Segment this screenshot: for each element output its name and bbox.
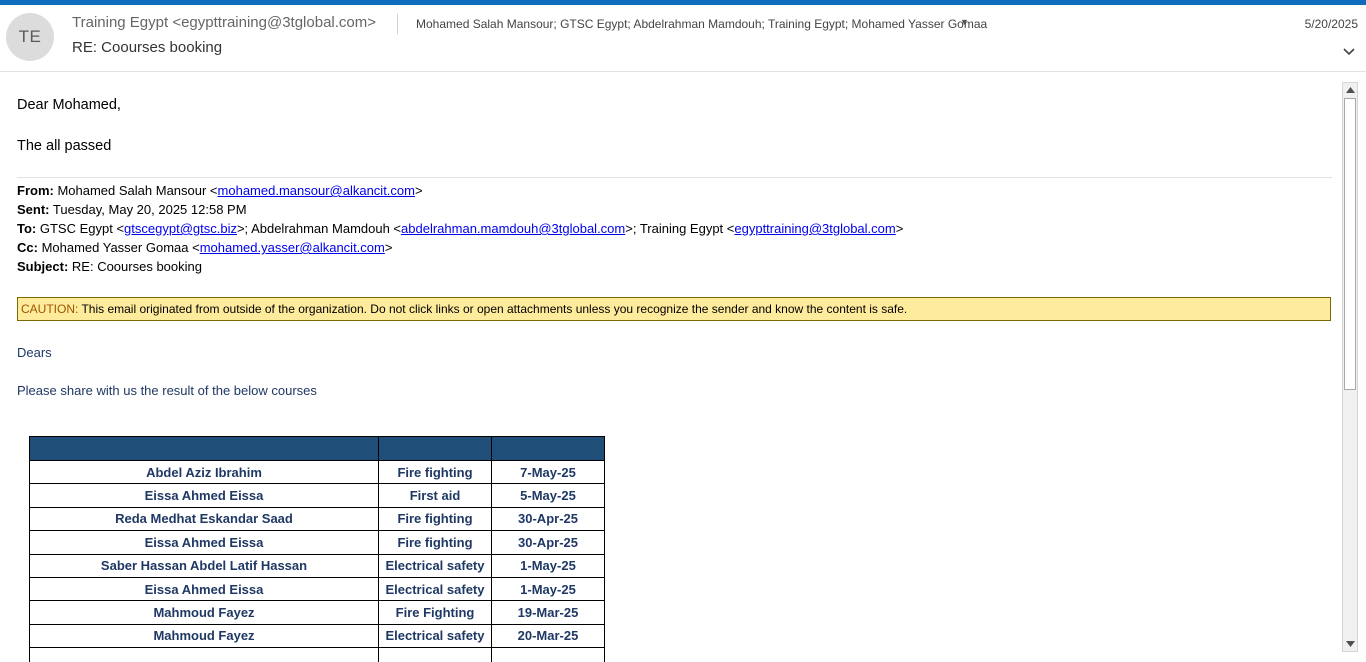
course-name: Electrical safety: [378, 576, 492, 602]
from-name: Mohamed Salah Mansour <: [53, 183, 218, 198]
quoted-sent-line: Sent: Tuesday, May 20, 2025 12:58 PM: [17, 202, 247, 217]
course-name: Fire Fighting: [378, 600, 492, 625]
course-date: 30-Apr-25: [491, 506, 605, 532]
course-name: Electrical safety: [378, 553, 492, 578]
course-date: [491, 647, 605, 662]
to-part-1: GTSC Egypt <: [36, 221, 125, 236]
table-header-cell: [29, 436, 379, 461]
sender-avatar[interactable]: TE: [6, 13, 54, 61]
trainee-name: Reda Medhat Eskandar Saad: [29, 506, 379, 532]
request-text: Please share with us the result of the b…: [17, 383, 317, 398]
trainee-name: [29, 647, 379, 662]
from-end: >: [414, 183, 423, 198]
to-label: To:: [17, 221, 37, 236]
course-date: 20-Mar-25: [491, 623, 605, 649]
scroll-down-icon[interactable]: [1343, 637, 1357, 651]
quoted-subject-line: Subject: RE: Coourses booking: [17, 259, 202, 274]
course-date: 30-Apr-25: [491, 530, 605, 555]
chevron-down-icon[interactable]: [1342, 45, 1356, 59]
to-part-2: >; Abdelrahman Mamdouh <: [236, 221, 402, 236]
recipients-list[interactable]: Mohamed Salah Mansour; GTSC Egypt; Abdel…: [416, 17, 987, 31]
subject-label: Subject:: [17, 259, 69, 274]
trainee-name: Eissa Ahmed Eissa: [29, 530, 379, 555]
trainee-name: Eissa Ahmed Eissa: [29, 576, 379, 602]
quoted-cc-line: Cc: Mohamed Yasser Gomaa <mohamed.yasser…: [17, 240, 392, 255]
table-row: [29, 647, 605, 662]
caution-banner: CAUTION: This email originated from outs…: [17, 297, 1331, 321]
sent-label: Sent:: [17, 202, 50, 217]
course-name: Fire fighting: [378, 459, 492, 485]
trainee-name: Saber Hassan Abdel Latif Hassan: [29, 553, 379, 578]
caution-label: CAUTION:: [21, 302, 79, 316]
course-name: [378, 647, 492, 662]
trainee-name: Eissa Ahmed Eissa: [29, 483, 379, 508]
course-date: 5-May-25: [491, 483, 605, 508]
from-email-link[interactable]: mohamed.mansour@alkancit.com: [218, 183, 415, 198]
message-subject: RE: Coourses booking: [72, 39, 223, 56]
table-header-row: [29, 436, 605, 461]
sender-name[interactable]: Training Egypt <egypttraining@3tglobal.c…: [72, 14, 376, 31]
table-row: Mahmoud Fayez Electrical safety 20-Mar-25: [29, 623, 605, 649]
table-row: Abdel Aziz Ibrahim Fire fighting 7-May-25: [29, 459, 605, 485]
table-header-cell: [491, 436, 605, 461]
table-row: Eissa Ahmed Eissa First aid 5-May-25: [29, 483, 605, 508]
caret-down-icon[interactable]: ▼: [960, 17, 969, 27]
cc-part-1: Mohamed Yasser Gomaa <: [37, 240, 200, 255]
cc-label: Cc:: [17, 240, 38, 255]
trainee-name: Abdel Aziz Ibrahim: [29, 459, 379, 485]
courses-table: Abdel Aziz Ibrahim Fire fighting 7-May-25 …: [29, 436, 605, 662]
trainee-name: Mahmoud Fayez: [29, 623, 379, 649]
vertical-scrollbar[interactable]: [1342, 82, 1358, 652]
caution-text: This email originated from outside of th…: [78, 302, 908, 316]
table-header-cell: [378, 436, 492, 461]
table-row: Saber Hassan Abdel Latif Hassan Electrica…: [29, 553, 605, 578]
trainee-name: Mahmoud Fayez: [29, 600, 379, 625]
subject-value: RE: Coourses booking: [68, 259, 202, 274]
message-header: TE Training Egypt <egypttraining@3tgloba…: [0, 5, 1366, 72]
to-end: >: [895, 221, 904, 236]
message-text: The all passed: [17, 138, 112, 154]
quoted-to-line: To: GTSC Egypt <gtscegypt@gtsc.biz>; Abd…: [17, 221, 903, 236]
course-date: 1-May-25: [491, 576, 605, 602]
course-name: Fire fighting: [378, 530, 492, 555]
sent-value: Tuesday, May 20, 2025 12:58 PM: [49, 202, 247, 217]
scroll-up-icon[interactable]: [1343, 83, 1357, 97]
course-name: Fire fighting: [378, 506, 492, 532]
quote-divider: [17, 177, 1332, 178]
scrollbar-thumb[interactable]: [1344, 98, 1356, 390]
greeting: Dear Mohamed,: [17, 97, 121, 113]
to-email-link-3[interactable]: egypttraining@3tglobal.com: [734, 221, 895, 236]
table-row: Eissa Ahmed Eissa Fire fighting 30-Apr-25: [29, 530, 605, 555]
course-date: 1-May-25: [491, 553, 605, 578]
cc-email-link[interactable]: mohamed.yasser@alkancit.com: [200, 240, 385, 255]
course-name: First aid: [378, 483, 492, 508]
message-body: Dear Mohamed, The all passed From: Moham…: [0, 73, 1340, 662]
message-date: 5/20/2025: [1304, 17, 1358, 31]
table-row: Eissa Ahmed Eissa Electrical safety 1-May-…: [29, 576, 605, 602]
cc-end: >: [384, 240, 393, 255]
table-row: Mahmoud Fayez Fire Fighting 19-Mar-25: [29, 600, 605, 625]
course-date: 19-Mar-25: [491, 600, 605, 625]
course-name: Electrical safety: [378, 623, 492, 649]
dears-text: Dears: [17, 345, 52, 360]
course-date: 7-May-25: [491, 459, 605, 485]
header-separator: [397, 14, 398, 34]
quoted-from-line: From: Mohamed Salah Mansour <mohamed.man…: [17, 183, 423, 198]
from-label: From:: [17, 183, 54, 198]
table-row: Reda Medhat Eskandar Saad Fire fighting 30…: [29, 506, 605, 532]
to-email-link-1[interactable]: gtscegypt@gtsc.biz: [124, 221, 237, 236]
to-part-3: >; Training Egypt <: [625, 221, 735, 236]
to-email-link-2[interactable]: abdelrahman.mamdouh@3tglobal.com: [401, 221, 625, 236]
